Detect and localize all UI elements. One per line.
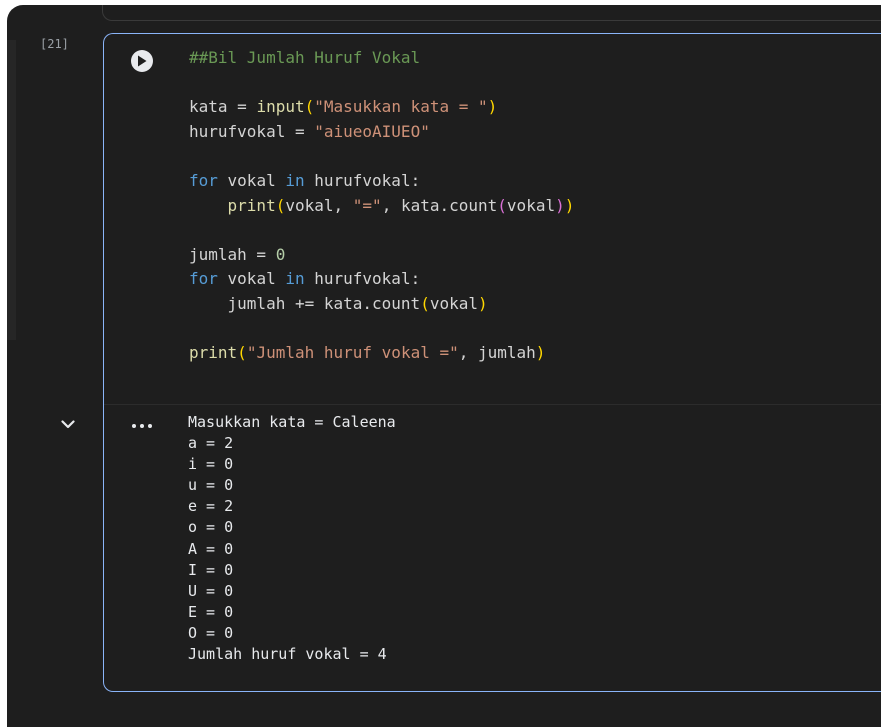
code-token: (: [304, 97, 315, 117]
code-token: for: [189, 269, 218, 289]
code-token: hurufvokal =: [189, 121, 315, 141]
output-line: i = 0: [188, 455, 234, 474]
code-token: "Jumlah huruf vokal =": [246, 343, 459, 363]
code-token: ##Bil Jumlah Huruf Vokal: [189, 48, 421, 67]
code-token: for: [189, 170, 218, 190]
code-token: ): [564, 195, 575, 215]
code-token: print: [227, 195, 276, 215]
code-token: "Masukkan kata = ": [314, 97, 488, 117]
code-token: , jumlah: [458, 343, 536, 363]
code-line: for vokal in hurufvokal:: [189, 169, 574, 194]
code-token: (: [420, 293, 430, 313]
code-token: kata =: [189, 97, 257, 117]
code-line: print(vokal, "=", kata.count(vokal)): [189, 194, 575, 219]
code-token: in: [285, 170, 305, 190]
output-line: Masukkan kata = Caleena: [188, 413, 396, 431]
output-line: A = 0: [188, 539, 234, 558]
chevron-down-icon: [61, 419, 75, 428]
code-token: vokal: [506, 195, 556, 215]
code-token: (: [237, 343, 247, 363]
output-line: I = 0: [188, 560, 234, 579]
execution-count: [21]: [40, 37, 69, 51]
cell-output: Masukkan kata = Caleena a = 2 i = 0 u = 0 e …: [188, 412, 396, 665]
code-token: input: [256, 97, 305, 117]
output-line: Jumlah huruf vokal = 4: [188, 645, 387, 664]
output-separator: [104, 404, 881, 405]
output-actions-button[interactable]: [131, 418, 155, 432]
code-token: print: [189, 343, 238, 363]
code-token: jumlah =: [189, 244, 276, 264]
code-token: in: [285, 269, 305, 289]
code-token: (: [497, 195, 507, 215]
code-line: jumlah += kata.count(vokal): [189, 292, 574, 317]
output-line: U = 0: [188, 581, 234, 600]
code-token: vokal: [429, 293, 478, 313]
output-line: O = 0: [188, 623, 234, 642]
more-horizontal-icon: [132, 424, 152, 428]
output-line: a = 2: [188, 434, 234, 453]
output-line: u = 0: [188, 476, 234, 495]
code-line: kata = input("Masukkan kata = "): [189, 95, 574, 120]
code-token: vokal,: [285, 195, 353, 215]
code-token: "=": [352, 195, 382, 215]
code-line: jumlah = 0: [189, 243, 574, 268]
code-line: hurufvokal = "aiueoAIUEO": [189, 120, 574, 145]
code-token: ): [478, 293, 488, 313]
code-token: ): [487, 97, 498, 117]
previous-cell-edge: [102, 5, 881, 21]
code-token: (: [275, 195, 286, 215]
output-line: o = 0: [188, 518, 234, 537]
code-token: , kata.count: [381, 195, 498, 215]
code-line: ##Bil Jumlah Huruf Vokal: [189, 46, 574, 71]
output-line: E = 0: [188, 602, 234, 621]
code-line: print("Jumlah huruf vokal =", jumlah): [189, 341, 574, 366]
code-token: "aiueoAIUEO": [314, 121, 430, 141]
code-token: ): [555, 195, 565, 215]
code-token: vokal: [217, 269, 286, 289]
code-token: vokal: [217, 170, 286, 190]
code-token: 0: [275, 244, 286, 264]
code-token: jumlah += kata.count: [189, 293, 421, 313]
code-token: hurufvokal:: [304, 269, 421, 289]
code-editor[interactable]: ##Bil Jumlah Huruf Vokal kata = input("M…: [189, 46, 574, 366]
code-line: for vokal in hurufvokal:: [189, 267, 574, 292]
code-token: ): [535, 343, 546, 363]
play-icon: [138, 55, 147, 67]
output-line: e = 2: [188, 497, 234, 516]
code-token: hurufvokal:: [304, 170, 421, 190]
run-cell-button[interactable]: [131, 50, 153, 72]
gutter-shade: [7, 40, 16, 340]
collapse-output-button[interactable]: [58, 416, 78, 432]
